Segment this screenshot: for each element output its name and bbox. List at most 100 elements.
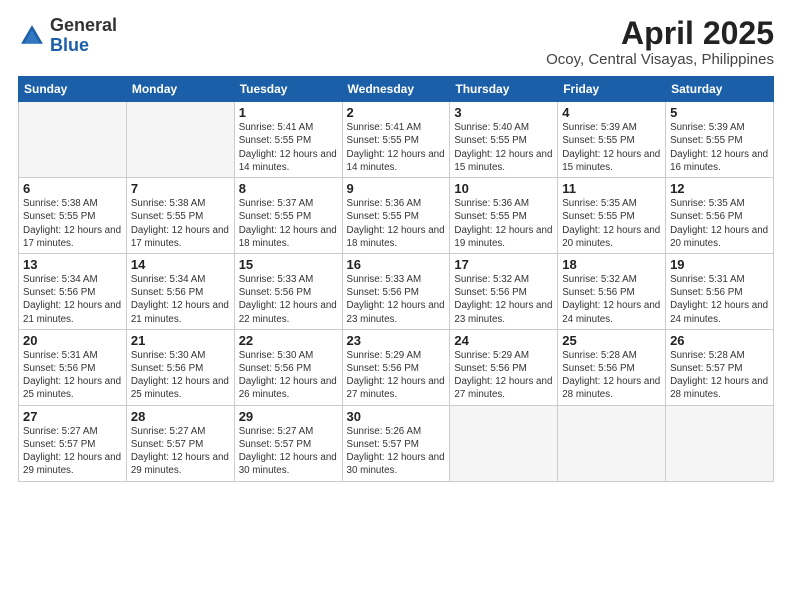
day-info: Sunrise: 5:31 AM Sunset: 5:56 PM Dayligh… [670,273,769,326]
calendar-cell: 8Sunrise: 5:37 AM Sunset: 5:55 PM Daylig… [234,178,342,254]
calendar-cell: 5Sunrise: 5:39 AM Sunset: 5:55 PM Daylig… [666,102,774,178]
calendar-table: Sunday Monday Tuesday Wednesday Thursday… [18,76,774,481]
day-number: 27 [23,409,122,424]
day-info: Sunrise: 5:26 AM Sunset: 5:57 PM Dayligh… [347,425,446,478]
calendar-cell [126,102,234,178]
day-number: 22 [239,333,338,348]
day-number: 13 [23,257,122,272]
col-sunday: Sunday [19,77,127,102]
day-info: Sunrise: 5:35 AM Sunset: 5:55 PM Dayligh… [562,197,661,250]
day-number: 23 [347,333,446,348]
header: General Blue April 2025 Ocoy, Central Vi… [18,16,774,68]
day-number: 24 [454,333,553,348]
day-info: Sunrise: 5:32 AM Sunset: 5:56 PM Dayligh… [454,273,553,326]
day-number: 11 [562,181,661,196]
day-number: 18 [562,257,661,272]
day-number: 15 [239,257,338,272]
day-number: 7 [131,181,230,196]
calendar-cell: 30Sunrise: 5:26 AM Sunset: 5:57 PM Dayli… [342,405,450,481]
day-info: Sunrise: 5:34 AM Sunset: 5:56 PM Dayligh… [23,273,122,326]
day-info: Sunrise: 5:41 AM Sunset: 5:55 PM Dayligh… [239,121,338,174]
calendar-cell: 25Sunrise: 5:28 AM Sunset: 5:56 PM Dayli… [558,329,666,405]
day-number: 17 [454,257,553,272]
day-info: Sunrise: 5:39 AM Sunset: 5:55 PM Dayligh… [670,121,769,174]
day-info: Sunrise: 5:27 AM Sunset: 5:57 PM Dayligh… [23,425,122,478]
calendar-cell: 6Sunrise: 5:38 AM Sunset: 5:55 PM Daylig… [19,178,127,254]
calendar-cell: 17Sunrise: 5:32 AM Sunset: 5:56 PM Dayli… [450,253,558,329]
calendar-cell: 2Sunrise: 5:41 AM Sunset: 5:55 PM Daylig… [342,102,450,178]
day-info: Sunrise: 5:40 AM Sunset: 5:55 PM Dayligh… [454,121,553,174]
calendar-cell: 19Sunrise: 5:31 AM Sunset: 5:56 PM Dayli… [666,253,774,329]
calendar-week-3: 13Sunrise: 5:34 AM Sunset: 5:56 PM Dayli… [19,253,774,329]
calendar-cell: 23Sunrise: 5:29 AM Sunset: 5:56 PM Dayli… [342,329,450,405]
day-number: 10 [454,181,553,196]
day-info: Sunrise: 5:27 AM Sunset: 5:57 PM Dayligh… [239,425,338,478]
day-number: 25 [562,333,661,348]
day-number: 5 [670,105,769,120]
logo: General Blue [18,16,117,56]
calendar-cell: 14Sunrise: 5:34 AM Sunset: 5:56 PM Dayli… [126,253,234,329]
calendar-week-5: 27Sunrise: 5:27 AM Sunset: 5:57 PM Dayli… [19,405,774,481]
day-number: 14 [131,257,230,272]
calendar-subtitle: Ocoy, Central Visayas, Philippines [546,51,774,68]
day-number: 3 [454,105,553,120]
col-wednesday: Wednesday [342,77,450,102]
day-info: Sunrise: 5:39 AM Sunset: 5:55 PM Dayligh… [562,121,661,174]
calendar-week-2: 6 Sunrise: 5:38 AM Sunset: 5:55 PM Daylig… [19,178,774,254]
day-info: Sunrise: 5:28 AM Sunset: 5:57 PM Dayligh… [670,349,769,402]
logo-general-text: General [50,15,117,35]
day-number: 16 [347,257,446,272]
calendar-cell: 7Sunrise: 5:38 AM Sunset: 5:55 PM Daylig… [126,178,234,254]
day-info: Sunrise: 5:38 AM Sunset: 5:55 PM Dayligh… [131,197,230,250]
calendar-cell: 28Sunrise: 5:27 AM Sunset: 5:57 PM Dayli… [126,405,234,481]
col-saturday: Saturday [666,77,774,102]
calendar-cell [450,405,558,481]
day-info: Sunrise: 5:41 AM Sunset: 5:55 PM Dayligh… [347,121,446,174]
calendar-cell: 3Sunrise: 5:40 AM Sunset: 5:55 PM Daylig… [450,102,558,178]
calendar-cell: 1Sunrise: 5:41 AM Sunset: 5:55 PM Daylig… [234,102,342,178]
calendar-cell: 27Sunrise: 5:27 AM Sunset: 5:57 PM Dayli… [19,405,127,481]
day-number: 19 [670,257,769,272]
calendar-cell [19,102,127,178]
col-thursday: Thursday [450,77,558,102]
day-number: 20 [23,333,122,348]
day-number: 1 [239,105,338,120]
day-info: Sunrise: 5:30 AM Sunset: 5:56 PM Dayligh… [239,349,338,402]
calendar-cell: 20Sunrise: 5:31 AM Sunset: 5:56 PM Dayli… [19,329,127,405]
day-info: Sunrise: 5:35 AM Sunset: 5:56 PM Dayligh… [670,197,769,250]
day-info: Sunrise: 5:31 AM Sunset: 5:56 PM Dayligh… [23,349,122,402]
day-number: 30 [347,409,446,424]
logo-blue-text: Blue [50,35,89,55]
logo-text: General Blue [50,16,117,56]
day-number: 29 [239,409,338,424]
header-row: Sunday Monday Tuesday Wednesday Thursday… [19,77,774,102]
day-number: 21 [131,333,230,348]
day-number: 28 [131,409,230,424]
calendar-cell: 4Sunrise: 5:39 AM Sunset: 5:55 PM Daylig… [558,102,666,178]
calendar-cell: 11Sunrise: 5:35 AM Sunset: 5:55 PM Dayli… [558,178,666,254]
day-number: 8 [239,181,338,196]
day-number: 9 [347,181,446,196]
calendar-cell: 21Sunrise: 5:30 AM Sunset: 5:56 PM Dayli… [126,329,234,405]
day-number: 12 [670,181,769,196]
calendar-week-1: 1Sunrise: 5:41 AM Sunset: 5:55 PM Daylig… [19,102,774,178]
day-info: Sunrise: 5:33 AM Sunset: 5:56 PM Dayligh… [239,273,338,326]
calendar-cell: 24Sunrise: 5:29 AM Sunset: 5:56 PM Dayli… [450,329,558,405]
day-info: Sunrise: 5:29 AM Sunset: 5:56 PM Dayligh… [347,349,446,402]
title-block: April 2025 Ocoy, Central Visayas, Philip… [546,16,774,68]
day-number: 26 [670,333,769,348]
day-number: 2 [347,105,446,120]
calendar-cell [666,405,774,481]
calendar-cell: 10Sunrise: 5:36 AM Sunset: 5:55 PM Dayli… [450,178,558,254]
calendar-title: April 2025 [546,16,774,51]
calendar-cell: 12Sunrise: 5:35 AM Sunset: 5:56 PM Dayli… [666,178,774,254]
col-friday: Friday [558,77,666,102]
day-info: Sunrise: 5:29 AM Sunset: 5:56 PM Dayligh… [454,349,553,402]
day-info: Sunrise: 5:27 AM Sunset: 5:57 PM Dayligh… [131,425,230,478]
day-info: Sunrise: 5:33 AM Sunset: 5:56 PM Dayligh… [347,273,446,326]
calendar-cell: 13Sunrise: 5:34 AM Sunset: 5:56 PM Dayli… [19,253,127,329]
day-info: Sunrise: 5:32 AM Sunset: 5:56 PM Dayligh… [562,273,661,326]
day-number: 6 [23,181,122,196]
col-monday: Monday [126,77,234,102]
day-info: Sunrise: 5:28 AM Sunset: 5:56 PM Dayligh… [562,349,661,402]
